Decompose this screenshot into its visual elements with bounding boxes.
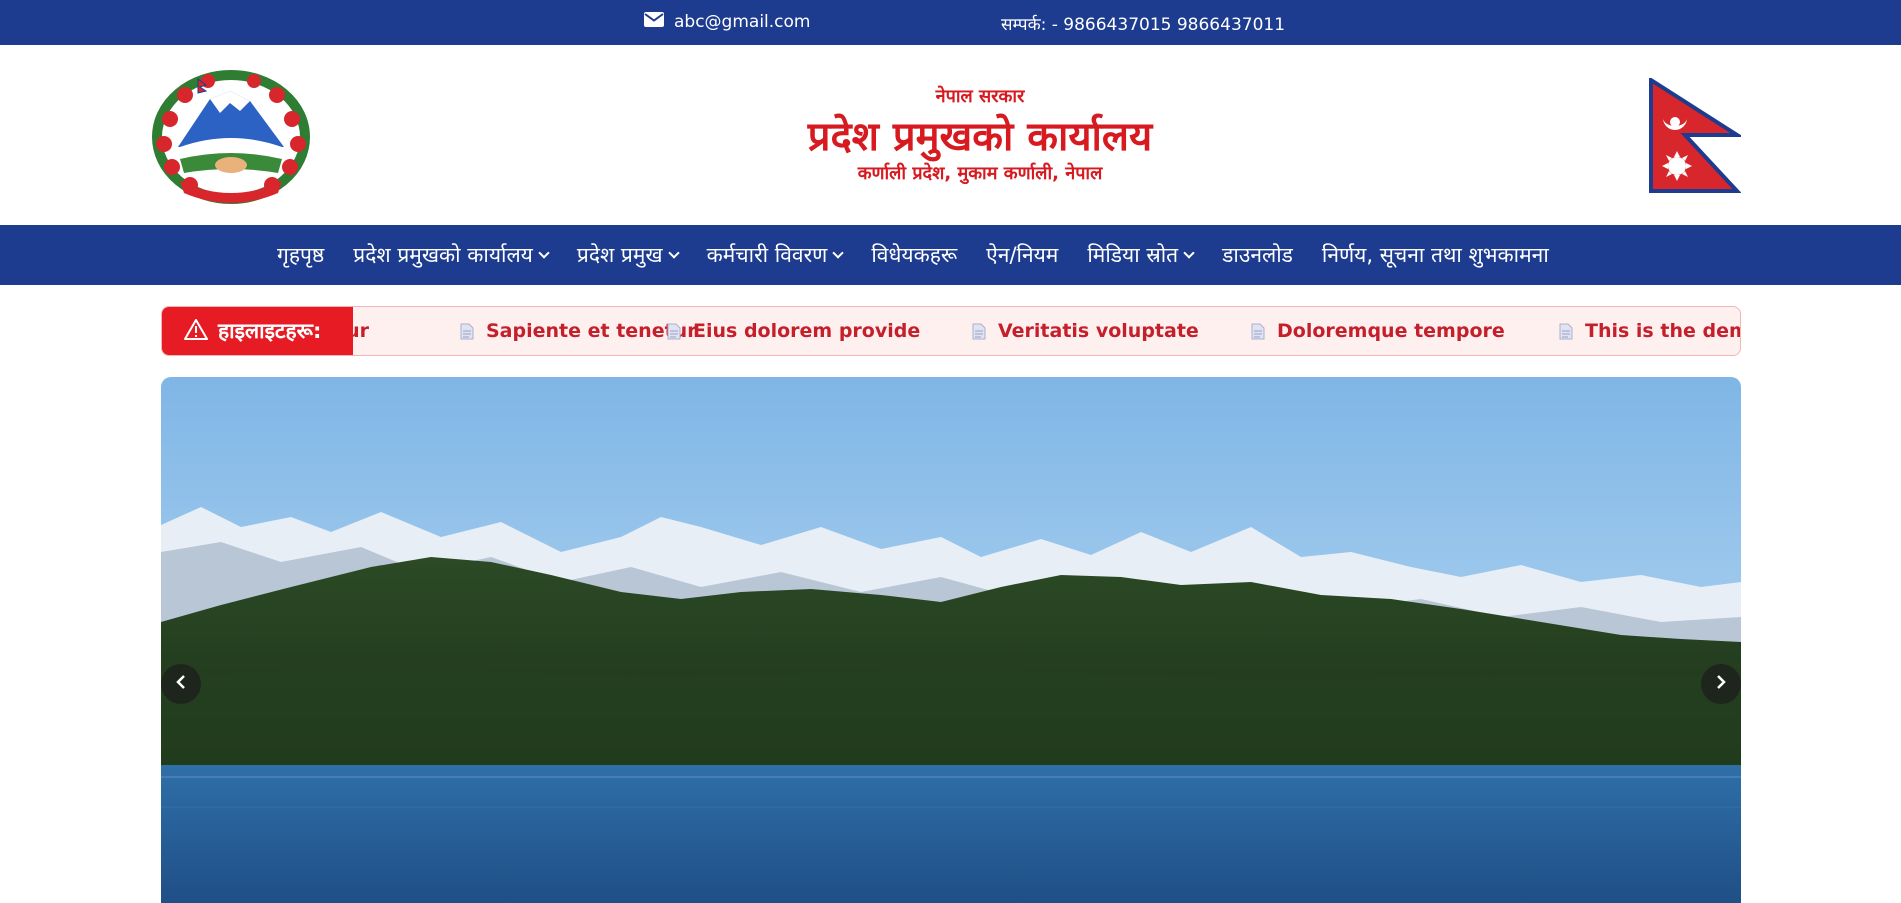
nav-item-label: गृहपृष्ठ bbox=[277, 243, 325, 267]
nepal-flag-image bbox=[1649, 76, 1744, 193]
nav-item[interactable]: प्रदेश प्रमुखको कार्यालय bbox=[353, 241, 550, 269]
highlight-item[interactable]: Veritatis voluptate bbox=[972, 307, 1199, 355]
document-icon bbox=[1251, 323, 1265, 340]
highlight-item[interactable]: Doloremque tempore bbox=[1251, 307, 1505, 355]
nav-item[interactable]: ऐन/नियम bbox=[986, 241, 1058, 269]
nav-list: गृहपृष्ठ प्रदेश प्रमुखको कार्यालय प्रदेश प… bbox=[277, 225, 1549, 285]
highlight-item-text: Veritatis voluptate bbox=[998, 320, 1199, 342]
highlight-item[interactable]: This is the demo bbox=[1559, 307, 1740, 355]
government-name: नेपाल सरकार bbox=[935, 86, 1025, 107]
nav-item-label: निर्णय, सूचना तथा शुभकामना bbox=[1321, 243, 1549, 267]
email-contact[interactable]: abc@gmail.com bbox=[644, 12, 810, 32]
nav-item-label: प्रदेश प्रमुख bbox=[576, 243, 663, 267]
document-icon bbox=[667, 323, 681, 340]
nav-item-label: प्रदेश प्रमुखको कार्यालय bbox=[353, 243, 533, 267]
highlight-item-text: Eius dolorem provide bbox=[693, 320, 921, 342]
chevron-right-icon bbox=[1713, 674, 1729, 694]
hero-image-slider bbox=[161, 377, 1741, 903]
site-header: नेपाल सरकार प्रदेश प्रमुखको कार्यालय कर्… bbox=[0, 45, 1901, 225]
email-text: abc@gmail.com bbox=[674, 12, 811, 32]
office-title[interactable]: प्रदेश प्रमुखको कार्यालय bbox=[660, 107, 1300, 162]
phone-contact: सम्पर्क: - 9866437015 9866437011 bbox=[1001, 15, 1286, 35]
nav-item-label: मिडिया स्रोत bbox=[1087, 243, 1179, 267]
nav-item-label: डाउनलोड bbox=[1222, 243, 1293, 267]
chevron-down-icon bbox=[832, 246, 845, 259]
mountain-lake-image bbox=[161, 377, 1741, 903]
highlight-item-text: Sapiente et tenetur bbox=[486, 320, 697, 342]
top-contact-bar: abc@gmail.com सम्पर्क: - 9866437015 9866… bbox=[0, 0, 1901, 45]
nav-item[interactable]: मिडिया स्रोत bbox=[1087, 241, 1195, 269]
document-icon bbox=[1559, 323, 1573, 340]
chevron-left-icon bbox=[173, 674, 189, 694]
envelope-icon bbox=[644, 12, 664, 32]
main-navigation: गृहपृष्ठ प्रदेश प्रमुखको कार्यालय प्रदेश प… bbox=[0, 225, 1901, 285]
nav-item[interactable]: डाउनलोड bbox=[1222, 241, 1293, 269]
chevron-down-icon bbox=[1183, 246, 1195, 259]
nav-item-label: कर्मचारी विवरण bbox=[706, 243, 828, 267]
chevron-down-icon bbox=[538, 246, 550, 259]
slider-prev-button[interactable] bbox=[161, 664, 201, 704]
document-icon bbox=[972, 323, 986, 340]
warning-triangle-icon bbox=[184, 318, 208, 345]
nav-item[interactable]: कर्मचारी विवरण bbox=[706, 241, 845, 269]
nav-item[interactable]: गृहपृष्ठ bbox=[277, 241, 324, 269]
nav-item[interactable]: निर्णय, सूचना तथा शुभकामना bbox=[1322, 241, 1549, 269]
nav-item[interactable]: विधेयकहरू bbox=[871, 241, 957, 269]
nav-item[interactable]: प्रदेश प्रमुख bbox=[576, 241, 680, 269]
highlight-item[interactable]: Eius dolorem provide bbox=[667, 307, 920, 355]
nav-item-label: ऐन/नियम bbox=[986, 243, 1059, 267]
office-address: कर्णाली प्रदेश, मुकाम कर्णाली, नेपाल bbox=[857, 163, 1103, 184]
highlight-item-text: This is the demo bbox=[1585, 320, 1740, 342]
highlight-item[interactable]: Sapiente et tenetur bbox=[460, 307, 697, 355]
nav-item-label: विधेयकहरू bbox=[871, 243, 958, 267]
highlights-ticker: हाइलाइटहरू: tur Sapiente et tenetur Eius… bbox=[161, 306, 1741, 356]
highlights-label: हाइलाइटहरू: bbox=[162, 307, 353, 355]
slider-next-button[interactable] bbox=[1701, 664, 1741, 704]
document-icon bbox=[460, 323, 474, 340]
highlights-label-text: हाइलाइटहरू: bbox=[218, 319, 322, 343]
nepal-emblem-logo[interactable] bbox=[150, 69, 312, 207]
highlight-item-text: Doloremque tempore bbox=[1277, 320, 1505, 342]
chevron-down-icon bbox=[667, 246, 680, 259]
